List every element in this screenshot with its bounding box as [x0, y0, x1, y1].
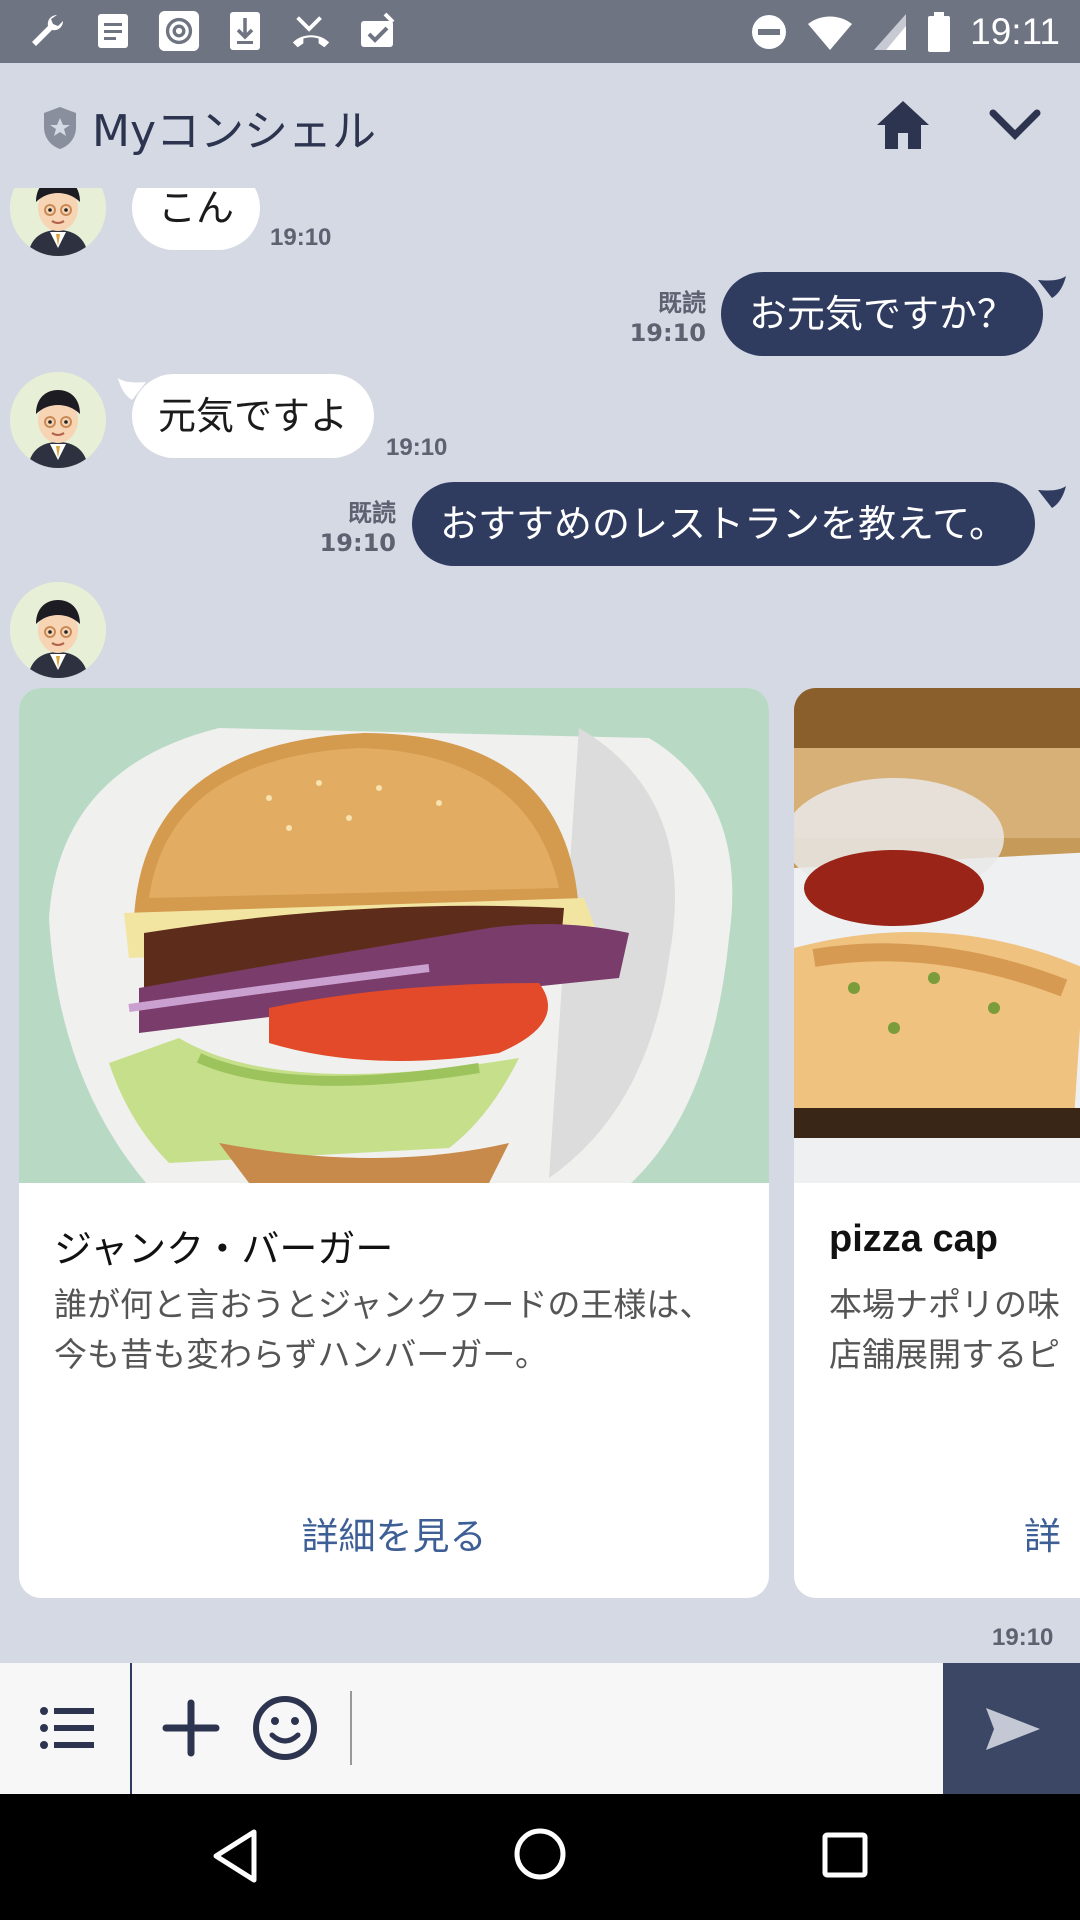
burger-image [19, 688, 769, 1183]
note-icon [92, 8, 134, 54]
message-input[interactable] [350, 1691, 930, 1765]
card-description: 誰が何と言おうとジャンクフードの王様は、今も昔も変わらずハンバーガー。 [54, 1285, 713, 1374]
plus-icon [162, 1699, 220, 1757]
home-icon [877, 101, 929, 149]
menu-list-icon [40, 1707, 94, 1749]
restaurant-card[interactable]: ジャンク・バーガー 誰が何と言おうとジャンクフードの王様は、今も昔も変わらずハン… [19, 688, 769, 1598]
clipboard-check-icon [356, 8, 398, 54]
back-icon[interactable] [210, 1828, 260, 1884]
message-time: 19:10 [386, 434, 448, 461]
chat-header: Myコンシェル [0, 63, 1080, 188]
send-button[interactable] [943, 1663, 1080, 1794]
divider [130, 1663, 132, 1794]
message-bubble-outgoing[interactable]: おすすめのレストランを教えて。 [412, 482, 1035, 566]
message-bubble-outgoing[interactable]: お元気ですか？ [721, 272, 1044, 356]
emoji-button[interactable] [250, 1693, 320, 1763]
bubble-tail [1038, 276, 1066, 298]
send-icon [985, 1707, 1040, 1750]
battery-icon [928, 11, 951, 52]
recents-icon[interactable] [822, 1832, 868, 1878]
signal-icon [874, 13, 907, 50]
bubble-tail [1038, 486, 1066, 508]
pizza-image [794, 688, 1080, 1183]
status-time: 19:11 [970, 10, 1060, 52]
read-receipt: 既読 19:10 [319, 499, 396, 557]
message-bubble-incoming[interactable]: こん [132, 188, 261, 250]
menu-button[interactable] [26, 1693, 106, 1763]
card-description: 本場ナポリの味 店舗展開するピ [829, 1285, 1060, 1374]
home-circle-icon[interactable] [512, 1826, 568, 1882]
card-title: ジャンク・バーガー [54, 1227, 394, 1271]
page-title: Myコンシェル [92, 106, 377, 157]
restaurant-card[interactable]: pizza cap 本場ナポリの味 店舗展開するピ 詳 [794, 688, 1080, 1598]
notification-icons [26, 8, 398, 54]
missed-call-icon [290, 8, 332, 54]
do-not-disturb-icon [752, 14, 787, 49]
details-button[interactable]: 詳細を見る [19, 1506, 769, 1560]
avatar[interactable] [10, 188, 106, 256]
card-title: pizza cap [829, 1218, 998, 1260]
emoji-icon [253, 1696, 317, 1760]
system-nav-bar [0, 1794, 1080, 1920]
details-button[interactable]: 詳 [1024, 1506, 1061, 1560]
add-button[interactable] [158, 1693, 224, 1763]
message-time: 19:10 [270, 224, 332, 251]
chat-area[interactable]: こん 19:10 既読 19:10 お元気ですか？ 元気ですよ 19:10 既読… [0, 188, 1080, 1663]
wifi-icon [808, 15, 853, 50]
read-receipt: 既読 19:10 [629, 289, 706, 347]
at-icon [158, 8, 200, 54]
home-button[interactable] [873, 97, 933, 153]
avatar[interactable] [10, 372, 106, 468]
message-bubble-incoming[interactable]: 元気ですよ [132, 374, 375, 458]
status-bar: 19:11 [0, 0, 1080, 63]
collapse-button[interactable] [985, 101, 1045, 151]
carousel-time: 19:10 [992, 1624, 1054, 1651]
wrench-icon [26, 8, 68, 54]
input-bar [0, 1663, 1080, 1794]
chevron-down-icon [989, 109, 1041, 140]
avatar[interactable] [10, 582, 106, 678]
download-icon [224, 8, 266, 54]
shield-icon [44, 107, 76, 149]
